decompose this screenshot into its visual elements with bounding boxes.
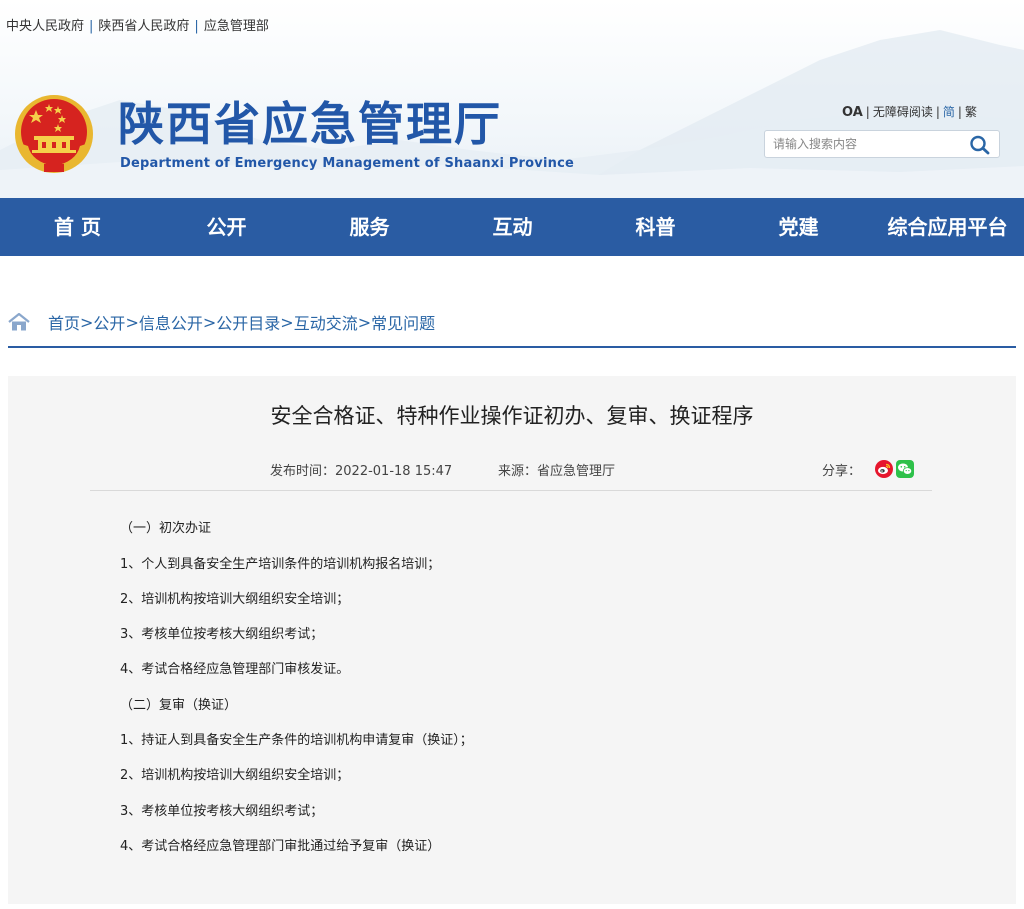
article-source: 来源：省应急管理厅 xyxy=(498,460,615,479)
breadcrumb-catalog[interactable]: 公开目录 xyxy=(216,310,280,334)
publish-time-value: 2022-01-18 15:47 xyxy=(335,464,453,479)
paragraph-initial-heading: （一）初次办证 xyxy=(120,521,212,536)
paragraph: 2、培训机构按培训大纲组织安全培训； xyxy=(120,768,350,783)
simplified-chinese-link[interactable]: 简 xyxy=(943,105,955,119)
article-divider xyxy=(90,490,932,491)
national-emblem-icon xyxy=(15,95,93,173)
top-link-shaanxi-gov[interactable]: 陕西省人民政府 xyxy=(98,19,189,34)
paragraph: 4、考试合格经应急管理部门审核发证。 xyxy=(120,662,350,677)
source-label: 来源： xyxy=(498,464,538,479)
breadcrumb-home[interactable]: 首页 xyxy=(48,310,80,334)
tools-separator: | xyxy=(865,105,870,119)
share-label: 分享： xyxy=(822,464,862,479)
breadcrumb-separator: > xyxy=(357,312,372,332)
breadcrumb-interaction[interactable]: 互动交流 xyxy=(294,310,358,334)
home-icon xyxy=(8,313,30,331)
breadcrumb-separator: > xyxy=(202,312,217,332)
publish-time: 发布时间：2022-01-18 15:47 xyxy=(270,460,452,479)
site-title: 陕西省应急管理厅 xyxy=(118,97,502,151)
paragraph: 1、持证人到具备安全生产条件的培训机构申请复审（换证）； xyxy=(120,733,473,748)
nav-item-science[interactable]: 科普 xyxy=(584,198,727,256)
breadcrumb-open[interactable]: 公开 xyxy=(93,310,125,334)
source-value: 省应急管理厅 xyxy=(537,464,616,479)
paragraph: 1、个人到具备安全生产培训条件的培训机构报名培训； xyxy=(120,557,441,572)
tools-separator: | xyxy=(935,105,940,119)
article-title: 安全合格证、特种作业操作证初办、复审、换证程序 xyxy=(270,404,754,428)
paragraph: 3、考核单位按考核大纲组织考试； xyxy=(120,627,324,642)
accessible-reading-link[interactable]: 无障碍阅读 xyxy=(873,105,933,119)
paragraph-review-heading: （二）复审（换证） xyxy=(120,698,238,713)
search-icon[interactable] xyxy=(969,135,991,155)
nav-item-service[interactable]: 服务 xyxy=(298,198,441,256)
article: 安全合格证、特种作业操作证初办、复审、换证程序 发布时间：2022-01-18 … xyxy=(8,376,1016,904)
header-tools: OA | 无障碍阅读 | 简 | 繁 xyxy=(842,103,977,120)
weibo-icon[interactable] xyxy=(875,460,893,478)
tools-separator: | xyxy=(957,105,962,119)
breadcrumb: 首页 > 公开 > 信息公开 > 公开目录 > 互动交流 > 常见问题 xyxy=(8,310,435,334)
nav-item-interaction[interactable]: 互动 xyxy=(441,198,584,256)
search-input[interactable] xyxy=(773,135,963,153)
paragraph: 3、考核单位按考核大纲组织考试； xyxy=(120,804,324,819)
site-subtitle: Department of Emergency Management of Sh… xyxy=(120,156,575,171)
top-link-separator: | xyxy=(194,19,199,34)
nav-item-home[interactable]: 首 页 xyxy=(0,198,155,256)
wechat-icon[interactable] xyxy=(896,460,914,478)
breadcrumb-separator: > xyxy=(80,312,94,332)
main-nav: 首 页 公开 服务 互动 科普 党建 综合应用平台 xyxy=(0,198,1024,256)
top-links: 中央人民政府 | 陕西省人民政府 | 应急管理部 xyxy=(6,15,269,34)
nav-item-party[interactable]: 党建 xyxy=(727,198,870,256)
nav-item-open[interactable]: 公开 xyxy=(155,198,298,256)
site-header: 中央人民政府 | 陕西省人民政府 | 应急管理部 陕西省应急管理厅 Department… xyxy=(0,0,1024,198)
publish-time-label: 发布时间： xyxy=(270,464,336,479)
top-link-mem[interactable]: 应急管理部 xyxy=(204,19,269,34)
paragraph: 2、培训机构按培训大纲组织安全培训； xyxy=(120,592,350,607)
oa-link[interactable]: OA xyxy=(842,105,863,120)
breadcrumb-separator: > xyxy=(125,312,139,332)
traditional-chinese-link[interactable]: 繁 xyxy=(965,105,977,119)
nav-item-platform[interactable]: 综合应用平台 xyxy=(870,198,1024,256)
paragraph: 4、考试合格经应急管理部门审批通过给予复审（换证） xyxy=(120,839,441,854)
breadcrumb-info-open[interactable]: 信息公开 xyxy=(139,310,203,334)
breadcrumb-faq[interactable]: 常见问题 xyxy=(371,310,435,334)
breadcrumb-divider xyxy=(8,346,1016,348)
breadcrumb-separator: > xyxy=(280,312,294,332)
top-link-separator: | xyxy=(89,19,94,34)
search-box xyxy=(764,130,1000,158)
top-link-central-gov[interactable]: 中央人民政府 xyxy=(6,19,84,34)
